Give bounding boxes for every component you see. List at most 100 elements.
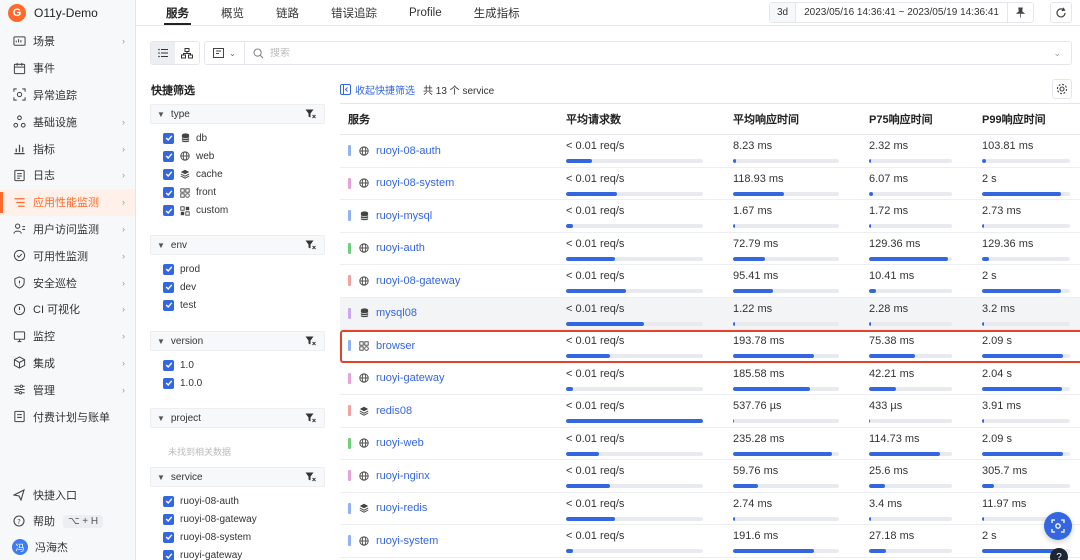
column-header-avg-requests[interactable]: 平均请求数 [566, 111, 733, 127]
table-row[interactable]: ruoyi-auth < 0.01 req/s 72.79 ms 129.36 ms 1… [340, 233, 1080, 265]
service-name-link[interactable]: ruoyi-system [376, 535, 438, 547]
filter-option[interactable]: test [150, 296, 325, 314]
list-view-button[interactable] [151, 42, 175, 64]
table-row[interactable]: ruoyi-08-gateway < 0.01 req/s 95.41 ms 10.4… [340, 265, 1080, 298]
help-bubble-icon[interactable]: ? [1050, 548, 1068, 560]
filter-option[interactable]: front [150, 184, 325, 202]
service-name-link[interactable]: mysql08 [376, 307, 417, 319]
filter-option[interactable]: ruoyi-gateway [150, 547, 325, 560]
table-row[interactable]: ruoyi-web < 0.01 req/s 235.28 ms 114.73 ms 2… [340, 428, 1080, 460]
checkbox-checked[interactable] [163, 550, 174, 560]
tab-5[interactable]: 生成指标 [458, 0, 536, 25]
service-name-link[interactable]: ruoyi-redis [376, 502, 427, 514]
sidebar-item-6[interactable]: 应用性能监测 › [0, 188, 135, 216]
table-settings-button[interactable] [1052, 79, 1072, 99]
service-name-link[interactable]: ruoyi-mysql [376, 210, 432, 222]
checkbox-checked[interactable] [163, 513, 174, 525]
checkbox-checked[interactable] [163, 531, 174, 543]
collapse-filter-link[interactable]: 收起快捷筛选 [355, 82, 415, 97]
tab-4[interactable]: Profile [393, 0, 458, 25]
service-name-link[interactable]: ruoyi-web [376, 437, 424, 449]
service-name-link[interactable]: ruoyi-auth [376, 242, 425, 254]
filter-option[interactable]: ruoyi-08-gateway [150, 510, 325, 528]
filter-option[interactable]: dev [150, 278, 325, 296]
table-row[interactable]: ruoyi-nginx < 0.01 req/s 59.76 ms 25.6 ms 30… [340, 460, 1080, 493]
filter-option[interactable]: custom [150, 202, 325, 220]
topology-view-button[interactable] [175, 42, 199, 64]
help-link[interactable]: ? 帮助 ⌥ + H [0, 508, 135, 534]
checkbox-checked[interactable] [163, 377, 174, 389]
checkbox-checked[interactable] [163, 168, 174, 180]
tab-2[interactable]: 链路 [260, 0, 315, 25]
sidebar-item-12[interactable]: 集成 › [0, 350, 135, 377]
checkbox-checked[interactable] [163, 205, 174, 217]
column-header-service[interactable]: 服务 [340, 111, 566, 127]
table-row[interactable]: ruoyi-gateway < 0.01 req/s 185.58 ms 42.21 … [340, 363, 1080, 395]
filter-option[interactable]: web [150, 147, 325, 165]
checkbox-checked[interactable] [163, 495, 174, 507]
floating-assistant-button[interactable] [1044, 512, 1072, 540]
brand[interactable]: G O11y-Demo [0, 0, 135, 26]
checkbox-checked[interactable] [163, 263, 174, 275]
search-filter-dropdown[interactable]: ⌄ [205, 42, 245, 64]
sidebar-item-14[interactable]: 付费计划与账单 [0, 403, 135, 430]
time-picker[interactable]: 3d 2023/05/16 14:36:41 ~ 2023/05/19 14:3… [768, 2, 1034, 23]
sidebar-item-5[interactable]: 日志 › [0, 162, 135, 189]
table-row[interactable]: ruoyi-mysql < 0.01 req/s 1.67 ms 1.72 ms 2.7… [340, 200, 1080, 233]
filter-option[interactable]: cache [150, 165, 325, 183]
checkbox-checked[interactable] [163, 359, 174, 371]
checkbox-checked[interactable] [163, 187, 174, 199]
sidebar-item-2[interactable]: 异常追踪 [0, 82, 135, 109]
clear-filter-icon[interactable] [305, 472, 316, 485]
table-row[interactable]: ruoyi-08-auth < 0.01 req/s 8.23 ms 2.32 ms 1… [340, 135, 1080, 168]
tab-1[interactable]: 概览 [205, 0, 260, 25]
tab-0[interactable]: 服务 [150, 0, 205, 25]
column-header-avg-latency[interactable]: 平均响应时间 [733, 111, 869, 127]
filter-group-header[interactable]: ▼ type [150, 104, 325, 124]
clear-filter-icon[interactable] [305, 109, 316, 122]
table-row[interactable]: ruoyi-system < 0.01 req/s 191.6 ms 27.18 ms… [340, 525, 1080, 558]
filter-group-header[interactable]: ▼ version [150, 331, 325, 351]
service-name-link[interactable]: redis08 [376, 405, 412, 417]
time-range-text[interactable]: 2023/05/16 14:36:41 ~ 2023/05/19 14:36:4… [796, 7, 1007, 18]
column-header-p75-latency[interactable]: P75响应时间 [869, 111, 982, 127]
table-row[interactable]: browser < 0.01 req/s 193.78 ms 75.38 ms 2.09… [340, 330, 1080, 363]
table-row[interactable]: redis08 < 0.01 req/s 537.76 µs 433 µs 3.91 m… [340, 395, 1080, 428]
checkbox-checked[interactable] [163, 281, 174, 293]
user-menu[interactable]: 冯 冯海杰 [0, 534, 135, 560]
filter-option[interactable]: db [150, 129, 325, 147]
table-row[interactable]: mysql08 < 0.01 req/s 1.22 ms 2.28 ms 3.2 ms [340, 297, 1080, 330]
filter-option[interactable]: ruoyi-08-system [150, 528, 325, 546]
filter-group-header[interactable]: ▼ project [150, 408, 325, 428]
checkbox-checked[interactable] [163, 150, 174, 162]
sidebar-item-4[interactable]: 指标 › [0, 135, 135, 162]
service-name-link[interactable]: ruoyi-08-auth [376, 145, 441, 157]
sidebar-item-13[interactable]: 管理 › [0, 376, 135, 403]
service-name-link[interactable]: ruoyi-08-gateway [376, 275, 460, 287]
pin-icon[interactable] [1007, 3, 1033, 22]
quick-entry-link[interactable]: 快捷入口 [0, 482, 135, 508]
sidebar-item-0[interactable]: 场景 › [0, 28, 135, 55]
service-name-link[interactable]: browser [376, 340, 415, 352]
clear-filter-icon[interactable] [305, 240, 316, 253]
filter-option[interactable]: 1.0.0 [150, 374, 325, 392]
table-row[interactable]: ruoyi-08-system < 0.01 req/s 118.93 ms 6.07… [340, 168, 1080, 200]
sidebar-item-8[interactable]: 可用性监测 › [0, 242, 135, 269]
service-name-link[interactable]: ruoyi-nginx [376, 470, 430, 482]
filter-option[interactable]: prod [150, 260, 325, 278]
service-name-link[interactable]: ruoyi-08-system [376, 177, 454, 189]
search-expand-icon[interactable]: ⌄ [1053, 48, 1061, 59]
service-name-link[interactable]: ruoyi-gateway [376, 372, 444, 384]
sidebar-item-3[interactable]: 基础设施 › [0, 108, 135, 135]
clear-filter-icon[interactable] [305, 336, 316, 349]
search-input[interactable] [270, 47, 1054, 59]
refresh-button[interactable] [1050, 2, 1072, 23]
checkbox-checked[interactable] [163, 299, 174, 311]
column-header-p99-latency[interactable]: P99响应时间 [982, 111, 1080, 127]
time-quick-range[interactable]: 3d [769, 3, 797, 22]
sidebar-item-1[interactable]: 事件 [0, 55, 135, 82]
filter-option[interactable]: 1.0 [150, 356, 325, 374]
clear-filter-icon[interactable] [305, 413, 316, 426]
sidebar-item-7[interactable]: 用户访问监测 › [0, 216, 135, 243]
filter-group-header[interactable]: ▼ env [150, 235, 325, 255]
